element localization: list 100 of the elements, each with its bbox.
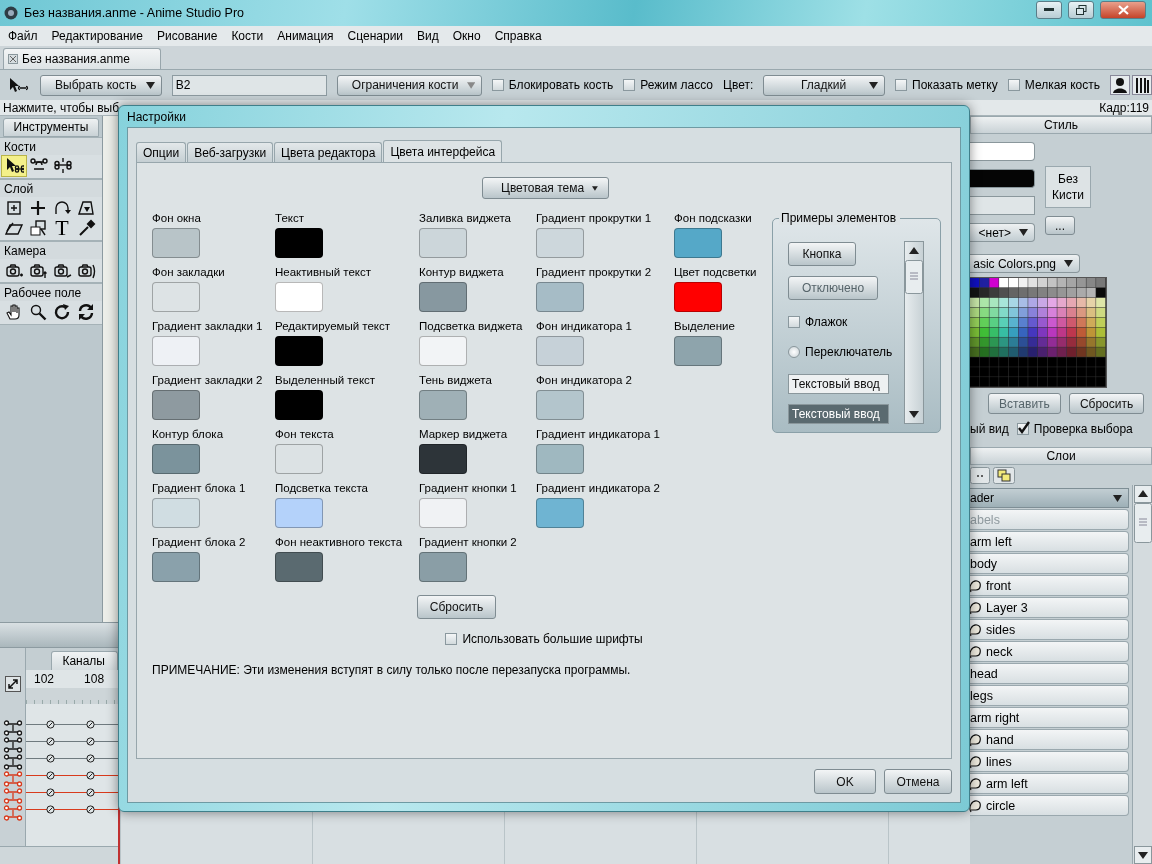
layer-row[interactable]: head (970, 663, 1129, 684)
bone-select-icon[interactable] (8, 77, 30, 93)
close-icon[interactable] (8, 54, 18, 64)
layer-row[interactable]: Layer 3 (970, 597, 1129, 618)
tab[interactable]: Веб-загрузки (187, 142, 274, 162)
more-icon[interactable] (970, 466, 990, 484)
keyframe-icon[interactable] (46, 737, 55, 746)
layer-row[interactable]: body (970, 553, 1129, 574)
color-theme-dropdown[interactable]: Цветовая тема (482, 177, 609, 199)
keyframe-icon[interactable] (46, 771, 55, 780)
text-tool-button[interactable]: T (50, 218, 74, 238)
restore-icon (1075, 5, 1087, 15)
camera-icon (28, 261, 48, 279)
layer-row[interactable]: hand (970, 729, 1129, 750)
color-swatch[interactable] (970, 169, 1035, 188)
width-field[interactable] (970, 196, 1035, 215)
color-label: Фон подсказки (674, 211, 753, 225)
palette-button[interactable]: Сбросить (1068, 393, 1145, 414)
tab[interactable]: Опции (136, 142, 187, 162)
keyframe-icon[interactable] (86, 771, 95, 780)
tool-button[interactable] (2, 156, 26, 176)
keyframe-icon[interactable] (86, 720, 95, 729)
vector-layer-icon (968, 776, 982, 791)
menu-item[interactable]: Окно (445, 29, 488, 43)
caret-icon (466, 81, 475, 89)
expand-icon[interactable] (4, 676, 21, 692)
checkbox[interactable]: Мелкая кость (1007, 78, 1100, 92)
layer-dropdown[interactable]: ader (970, 488, 1129, 508)
bars-icon[interactable] (1132, 75, 1152, 95)
checkbox[interactable]: Показать метку (895, 78, 998, 92)
channels-tab[interactable]: Каналы (51, 651, 118, 670)
sample-button[interactable]: Кнопка (788, 242, 856, 266)
checkbox[interactable]: Проверка выбора (1016, 422, 1133, 436)
layer-row[interactable]: sides (970, 619, 1129, 640)
keyframe-icon[interactable] (86, 788, 95, 797)
palette-drawing[interactable] (970, 277, 1107, 388)
layer-row[interactable]: circle (970, 795, 1129, 816)
duplicate-layer-icon[interactable] (993, 466, 1015, 484)
dialog-button[interactable]: OK (814, 769, 876, 794)
reset-button[interactable]: Сбросить (417, 595, 496, 619)
text-input[interactable]: Текстовый ввод (788, 374, 889, 394)
menu-item[interactable]: Вид (410, 29, 446, 43)
menu-item[interactable]: Редактирование (44, 29, 150, 43)
layer-row[interactable]: arm left (970, 773, 1129, 794)
minimize-button[interactable] (1036, 1, 1062, 19)
palette-dropdown[interactable]: asic Colors.png (970, 254, 1080, 273)
color-label: Цвет: (723, 78, 754, 92)
scroll-thumb[interactable] (905, 260, 923, 294)
color-swatch[interactable] (970, 142, 1035, 161)
keyframe-icon[interactable] (46, 754, 55, 763)
keyframe-icon[interactable] (86, 754, 95, 763)
layer-row[interactable]: front (970, 575, 1129, 596)
layer-row[interactable]: arm left (970, 531, 1129, 552)
menu-item[interactable]: Справка (487, 29, 549, 43)
color-label: Текст (275, 211, 305, 225)
color-label: Фон окна (152, 211, 202, 225)
menu-item[interactable]: Анимация (270, 29, 341, 43)
layer-row[interactable]: arm right (970, 707, 1129, 728)
checkbox[interactable]: Режим лассо (623, 78, 714, 92)
caret-icon (1113, 494, 1122, 502)
checkbox[interactable]: Использовать большие шрифты (445, 632, 643, 646)
more-button[interactable]: ... (1045, 216, 1075, 235)
layer-row[interactable]: legs (970, 685, 1129, 706)
menu-item[interactable]: Рисование (149, 29, 225, 43)
layer-row[interactable]: lines (970, 751, 1129, 772)
bone-constraints-dropdown[interactable]: Ограничения кости (336, 74, 482, 96)
tab[interactable]: Цвета интерфейса (383, 140, 503, 162)
scroll-thumb[interactable] (1133, 503, 1152, 543)
color-mode-dropdown[interactable]: Гладкий (763, 74, 885, 96)
checkbox[interactable]: Блокировать кость (491, 78, 614, 92)
layer-row[interactable]: neck (970, 641, 1129, 662)
tab[interactable]: Цвета редактора (274, 142, 383, 162)
menu-item[interactable]: Сценарии (340, 29, 411, 43)
keyframe-icon[interactable] (46, 788, 55, 797)
person-icon[interactable] (1110, 75, 1130, 95)
scroll-down-icon[interactable] (1133, 846, 1152, 864)
radio-button[interactable]: Переключатель (788, 345, 893, 359)
keyframe-icon[interactable] (46, 720, 55, 729)
layer-name: arm left (986, 776, 1028, 791)
bone-mode-dropdown[interactable]: Выбрать кость (40, 74, 162, 96)
scroll-up-icon[interactable] (1133, 485, 1152, 503)
menu-item[interactable]: Файл (1, 29, 45, 43)
checkbox[interactable]: Флажок (788, 315, 848, 329)
vector-layer-icon (968, 644, 982, 659)
document-tab[interactable]: Без названия.anme (3, 48, 161, 69)
brush-button[interactable]: Без Кисти (1045, 166, 1091, 208)
close-button[interactable] (1100, 1, 1146, 19)
keyframe-icon[interactable] (86, 737, 95, 746)
dialog-button[interactable]: Отмена (884, 769, 952, 794)
layer-name: sides (986, 622, 1016, 637)
restore-button[interactable] (1068, 1, 1094, 19)
section-label: Кости (0, 137, 102, 155)
color-label: Градиент кнопки 2 (419, 535, 518, 549)
keyframe-icon[interactable] (86, 805, 95, 814)
brush-dropdown[interactable]: <нет> (970, 223, 1035, 242)
caret-icon (145, 81, 155, 89)
camera-icon (4, 261, 24, 279)
keyframe-icon[interactable] (46, 805, 55, 814)
bone-name-field[interactable]: B2 (171, 74, 327, 96)
menu-item[interactable]: Кости (224, 29, 271, 43)
